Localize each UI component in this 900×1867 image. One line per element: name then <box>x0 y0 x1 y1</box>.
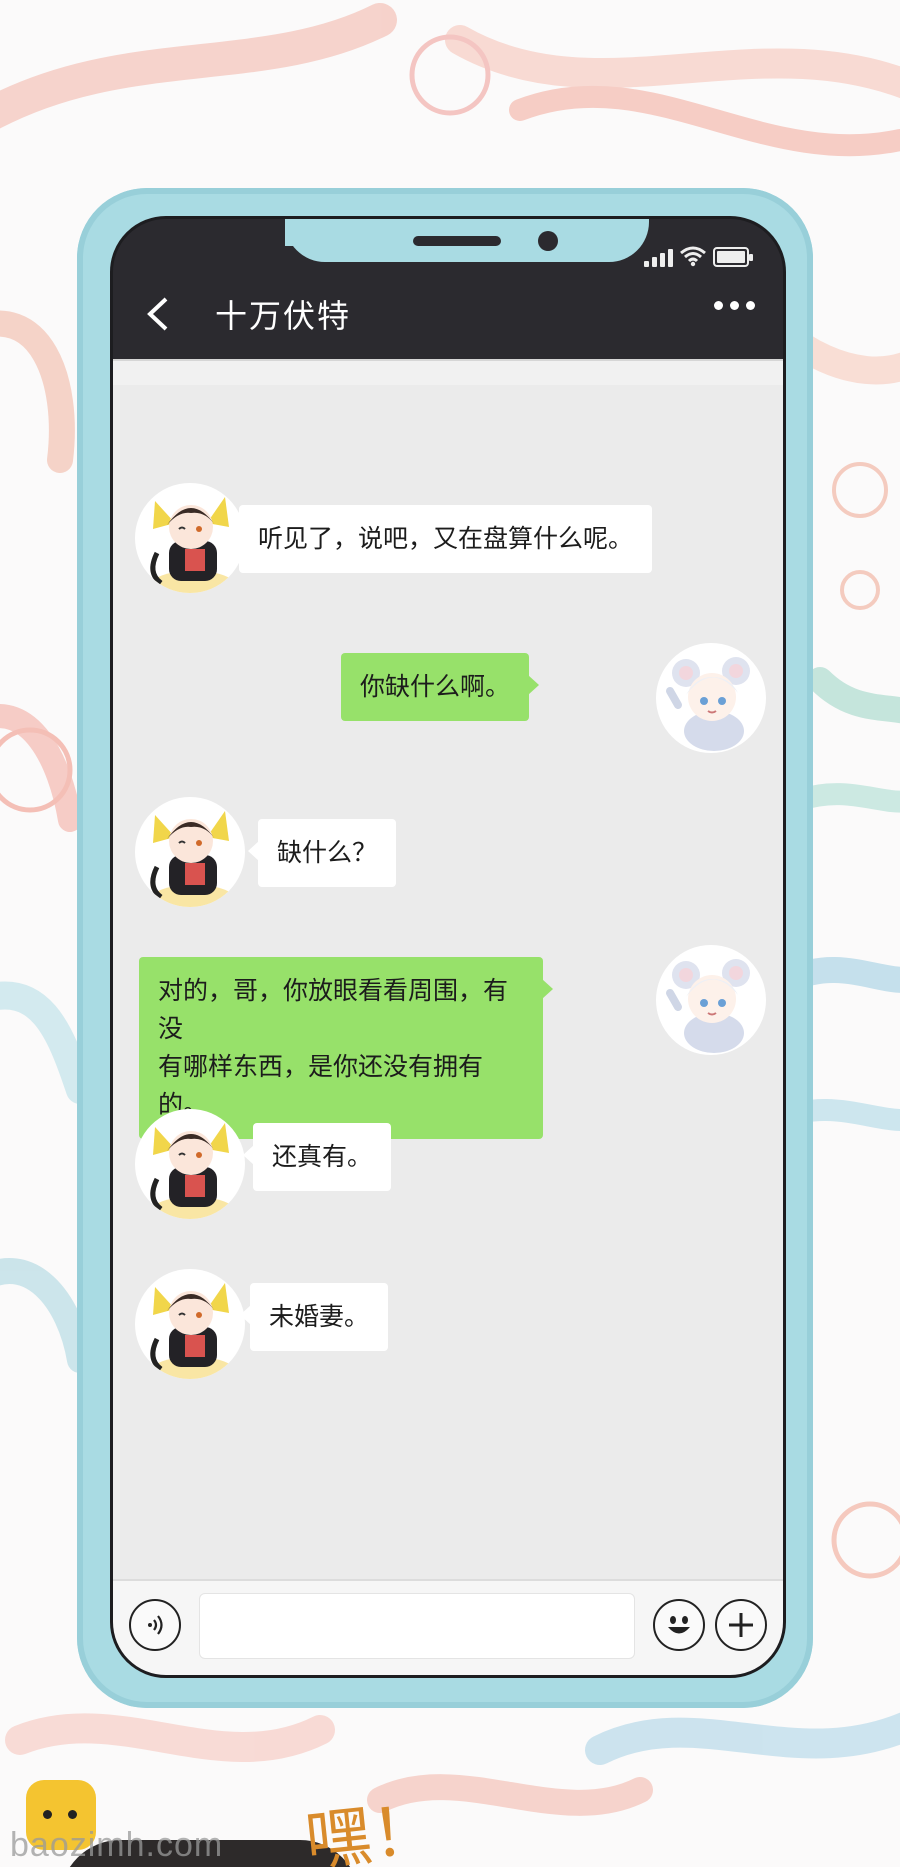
message-bubble-incoming: 缺什么？ <box>247 819 397 887</box>
voice-icon[interactable] <box>129 1599 181 1651</box>
input-bar <box>113 1579 783 1675</box>
wifi-icon <box>680 246 706 267</box>
message-line: 对的，哥，你放眼看看周围，有没 <box>158 976 509 1043</box>
boy-black-hair-avatar[interactable] <box>135 797 245 907</box>
speaker-grille <box>413 236 501 246</box>
message-bubble-outgoing: 你缺什么啊。 <box>341 653 540 721</box>
chat-header: 十万伏特 <box>113 273 783 355</box>
watermark: baozimh.com 嘿！ <box>0 1722 900 1867</box>
emoji-icon[interactable] <box>653 1599 705 1651</box>
sound-effect-text: 嘿！ <box>301 1790 442 1867</box>
message-bubble-incoming: 听见了，说吧，又在盘算什么呢。 <box>228 505 653 573</box>
boy-black-hair-avatar[interactable] <box>135 1269 245 1379</box>
plus-icon[interactable] <box>715 1599 767 1651</box>
battery-icon <box>713 247 753 267</box>
message-bubble-incoming: 未婚妻。 <box>239 1283 389 1351</box>
more-dots-icon[interactable] <box>714 301 755 310</box>
white-hair-mouse-avatar[interactable] <box>656 643 766 753</box>
boy-black-hair-avatar[interactable] <box>135 1109 245 1219</box>
front-camera <box>538 231 558 251</box>
phone-notch <box>285 219 649 262</box>
watermark-site: baozimh.com <box>10 1826 224 1864</box>
phone-screen: 十万伏特 听见了，说吧，又在盘算什么呢。 你缺什么啊。 缺什么？ 对的，哥，你放… <box>110 216 786 1678</box>
white-hair-mouse-avatar[interactable] <box>656 945 766 1055</box>
chevron-left-icon[interactable] <box>129 284 189 344</box>
message-list: 听见了，说吧，又在盘算什么呢。 你缺什么啊。 缺什么？ 对的，哥，你放眼看看周围… <box>113 359 783 1579</box>
signal-icon <box>644 247 673 267</box>
chat-title: 十万伏特 <box>215 297 352 335</box>
message-bubble-incoming: 还真有。 <box>242 1123 392 1191</box>
status-bar <box>644 241 753 267</box>
message-input[interactable] <box>199 1593 635 1659</box>
message-line: 有哪样东西，是你还没有拥有的。 <box>158 1052 484 1119</box>
